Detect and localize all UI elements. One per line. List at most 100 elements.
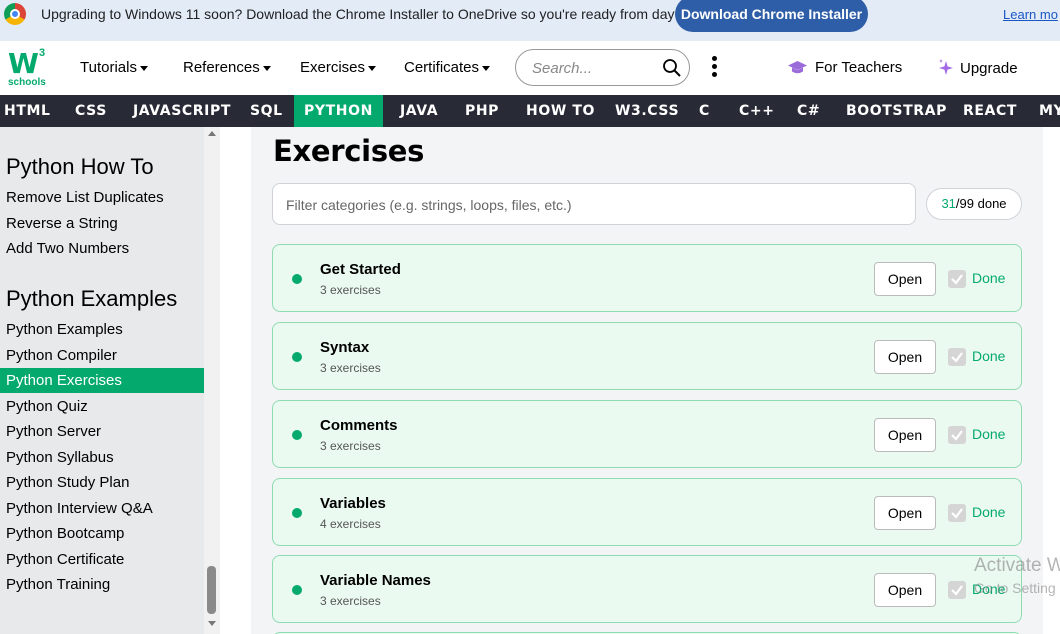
search-icon[interactable] bbox=[662, 58, 682, 78]
sidebar-item-python-training[interactable]: Python Training bbox=[0, 572, 204, 597]
progress-badge: 31/99 done bbox=[926, 188, 1022, 220]
category-card-variable-names[interactable]: Variable Names 3 exercises Open Done bbox=[272, 555, 1022, 623]
sidebar-item-python-server[interactable]: Python Server bbox=[0, 419, 204, 444]
done-count-value: 31 bbox=[941, 196, 956, 211]
sidebar-scrollbar-thumb[interactable] bbox=[207, 566, 216, 614]
learn-more-link[interactable]: Learn mo bbox=[1003, 7, 1058, 22]
category-title: Variable Names bbox=[320, 572, 431, 589]
nav-exercises-label: Exercises bbox=[300, 59, 366, 76]
sidebar-item-python-compiler[interactable]: Python Compiler bbox=[0, 343, 204, 368]
upgrade-link[interactable]: Upgrade bbox=[938, 59, 1018, 77]
sidebar-scrollbar[interactable] bbox=[204, 127, 220, 634]
checkmark-icon bbox=[951, 274, 963, 285]
nav-certificates-label: Certificates bbox=[404, 59, 480, 76]
filter-categories-input[interactable]: Filter categories (e.g. strings, loops, … bbox=[272, 183, 916, 225]
activate-windows-watermark: Activate W bbox=[974, 555, 1060, 576]
topnav-python[interactable]: PYTHON bbox=[294, 95, 383, 127]
chrome-upgrade-banner: Upgrading to Windows 11 soon? Download t… bbox=[0, 0, 1060, 41]
done-label: Done bbox=[972, 426, 1006, 442]
category-count: 3 exercises bbox=[320, 439, 381, 453]
done-checkbox[interactable] bbox=[948, 504, 966, 522]
logo-mark: W bbox=[8, 47, 39, 80]
open-button[interactable]: Open bbox=[874, 573, 936, 607]
checkmark-icon bbox=[951, 430, 963, 441]
site-header: W 3 schools Tutorials References Exercis… bbox=[0, 41, 1060, 95]
caret-down-icon bbox=[262, 65, 271, 71]
topnav-php[interactable]: PHP bbox=[465, 95, 499, 127]
scroll-down-arrow-icon[interactable] bbox=[208, 621, 216, 626]
more-menu-icon[interactable] bbox=[710, 56, 720, 80]
checkmark-icon bbox=[951, 585, 963, 596]
category-count: 3 exercises bbox=[320, 594, 381, 608]
language-topnav: HTML CSS JAVASCRIPT SQL PYTHON JAVA PHP … bbox=[0, 95, 1060, 127]
sidebar-item-python-exercises[interactable]: Python Exercises bbox=[0, 368, 204, 393]
done-checkbox[interactable] bbox=[948, 270, 966, 288]
checkmark-icon bbox=[951, 508, 963, 519]
activate-windows-settings-watermark: Go to Setting bbox=[974, 580, 1056, 596]
filter-placeholder: Filter categories (e.g. strings, loops, … bbox=[286, 197, 572, 213]
upgrade-label: Upgrade bbox=[960, 59, 1018, 77]
status-dot-icon bbox=[292, 430, 302, 440]
topnav-javascript[interactable]: JAVASCRIPT bbox=[133, 95, 231, 127]
done-checkbox[interactable] bbox=[948, 426, 966, 444]
w3schools-logo[interactable]: W 3 schools bbox=[8, 47, 50, 89]
status-dot-icon bbox=[292, 352, 302, 362]
topnav-css[interactable]: CSS bbox=[75, 95, 107, 127]
category-card-variables[interactable]: Variables 4 exercises Open Done bbox=[272, 478, 1022, 546]
nav-tutorials[interactable]: Tutorials bbox=[80, 59, 148, 76]
sidebar-item-python-bootcamp[interactable]: Python Bootcamp bbox=[0, 521, 204, 546]
open-button[interactable]: Open bbox=[874, 496, 936, 530]
logo-superscript: 3 bbox=[39, 47, 46, 59]
nav-references[interactable]: References bbox=[183, 59, 271, 76]
category-card-syntax[interactable]: Syntax 3 exercises Open Done bbox=[272, 322, 1022, 390]
topnav-cpp[interactable]: C++ bbox=[739, 95, 775, 127]
left-sidebar: Python How To Remove List Duplicates Rev… bbox=[0, 127, 204, 634]
category-count: 3 exercises bbox=[320, 283, 381, 297]
topnav-w3css[interactable]: W3.CSS bbox=[615, 95, 679, 127]
topnav-csharp[interactable]: C# bbox=[797, 95, 820, 127]
category-card-comments[interactable]: Comments 3 exercises Open Done bbox=[272, 400, 1022, 468]
sidebar-item-python-quiz[interactable]: Python Quiz bbox=[0, 394, 204, 419]
topnav-html[interactable]: HTML bbox=[4, 95, 51, 127]
nav-exercises[interactable]: Exercises bbox=[300, 59, 377, 76]
topnav-react[interactable]: REACT bbox=[963, 95, 1017, 127]
done-label: Done bbox=[972, 504, 1006, 520]
sidebar-item-python-study-plan[interactable]: Python Study Plan bbox=[0, 470, 204, 495]
search-input[interactable]: Search... bbox=[532, 60, 592, 77]
category-count: 4 exercises bbox=[320, 517, 381, 531]
search-box[interactable]: Search... bbox=[515, 49, 690, 86]
for-teachers-link[interactable]: For Teachers bbox=[788, 59, 902, 76]
scroll-up-arrow-icon[interactable] bbox=[208, 131, 216, 136]
topnav-my[interactable]: MY bbox=[1039, 95, 1060, 127]
caret-down-icon bbox=[482, 65, 491, 71]
sidebar-item-python-syllabus[interactable]: Python Syllabus bbox=[0, 445, 204, 470]
done-checkbox[interactable] bbox=[948, 348, 966, 366]
nav-tutorials-label: Tutorials bbox=[80, 59, 137, 76]
category-title: Comments bbox=[320, 417, 398, 434]
done-count-total: /99 done bbox=[955, 196, 1007, 211]
sidebar-item-remove-list-duplicates[interactable]: Remove List Duplicates bbox=[0, 185, 204, 210]
category-title: Syntax bbox=[320, 339, 370, 356]
sidebar-item-reverse-string[interactable]: Reverse a String bbox=[0, 211, 204, 236]
logo-text: schools bbox=[8, 77, 46, 88]
open-button[interactable]: Open bbox=[874, 340, 936, 374]
topnav-howto[interactable]: HOW TO bbox=[526, 95, 595, 127]
category-card-get-started[interactable]: Get Started 3 exercises Open Done bbox=[272, 244, 1022, 312]
download-chrome-installer-button[interactable]: Download Chrome Installer bbox=[675, 0, 868, 32]
sidebar-item-add-two-numbers[interactable]: Add Two Numbers bbox=[0, 236, 204, 261]
nav-certificates[interactable]: Certificates bbox=[404, 59, 491, 76]
checkmark-icon bbox=[951, 352, 963, 363]
status-dot-icon bbox=[292, 274, 302, 284]
open-button[interactable]: Open bbox=[874, 262, 936, 296]
banner-message: Upgrading to Windows 11 soon? Download t… bbox=[41, 6, 706, 22]
sidebar-item-python-certificate[interactable]: Python Certificate bbox=[0, 547, 204, 572]
topnav-c[interactable]: C bbox=[699, 95, 710, 127]
sidebar-item-python-interview-qa[interactable]: Python Interview Q&A bbox=[0, 496, 204, 521]
done-checkbox[interactable] bbox=[948, 581, 966, 599]
open-button[interactable]: Open bbox=[874, 418, 936, 452]
topnav-sql[interactable]: SQL bbox=[250, 95, 283, 127]
sidebar-item-python-examples[interactable]: Python Examples bbox=[0, 317, 204, 342]
topnav-java[interactable]: JAVA bbox=[400, 95, 438, 127]
topnav-bootstrap[interactable]: BOOTSTRAP bbox=[846, 95, 947, 127]
chrome-logo-icon bbox=[4, 3, 26, 25]
